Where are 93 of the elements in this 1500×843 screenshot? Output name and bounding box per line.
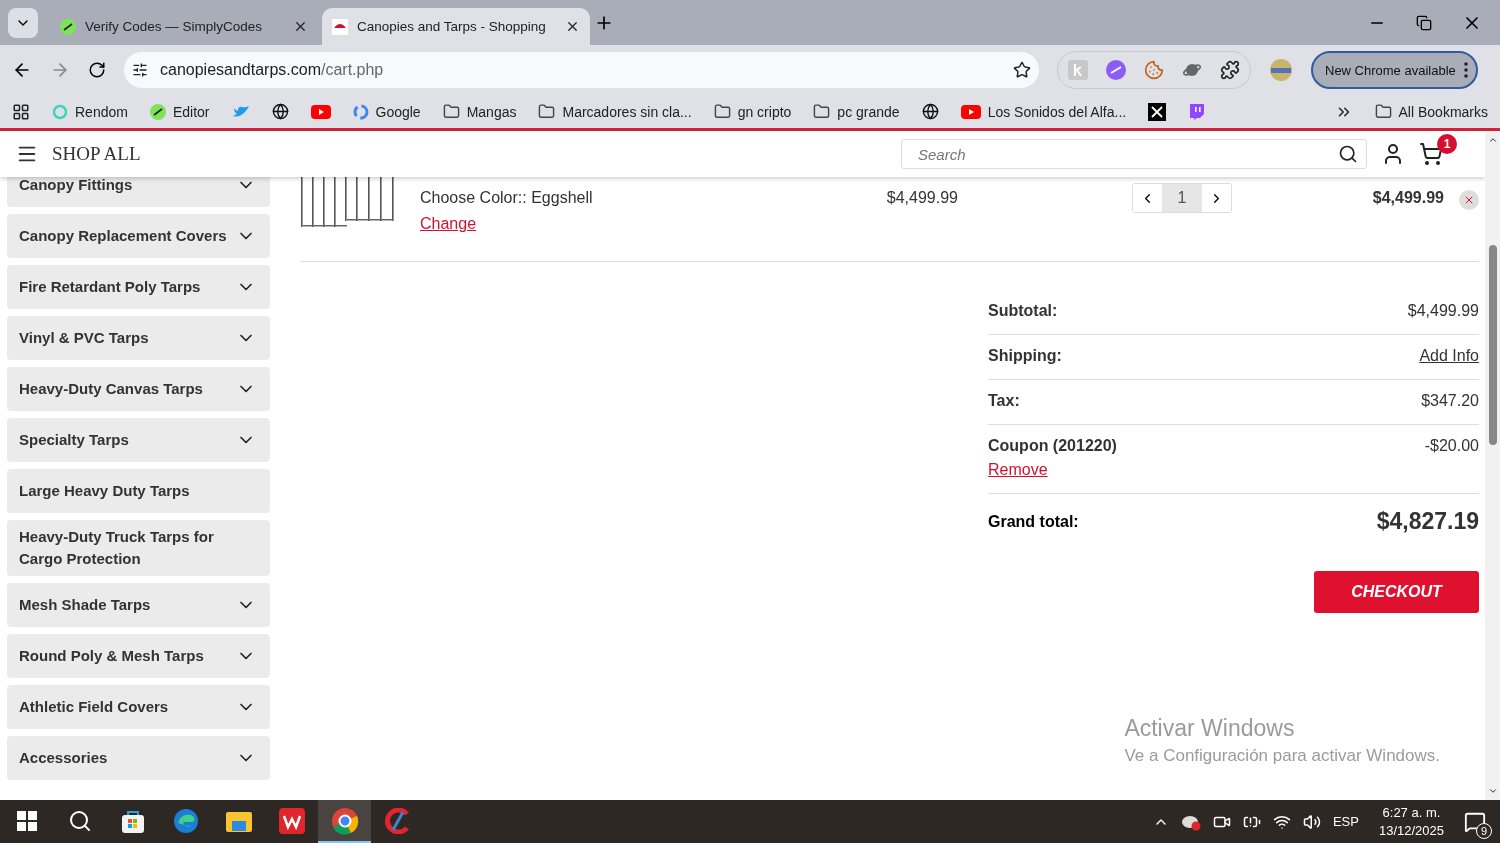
tab-list-button[interactable]	[8, 8, 38, 38]
wave-logo-icon[interactable]	[172, 807, 199, 834]
w-logo-icon[interactable]	[278, 807, 305, 834]
notifications-icon[interactable]	[1464, 810, 1486, 833]
video-play-icon	[960, 104, 981, 119]
color-option-text: Choose Color:: Eggshell	[420, 189, 594, 207]
category-item[interactable]: Canopy Replacement Covers	[7, 214, 270, 258]
unit-price: $4,499.99	[885, 188, 958, 207]
restore-icon[interactable]	[1416, 14, 1432, 31]
category-item[interactable]: Athletic Field Covers	[7, 685, 270, 729]
search-field[interactable]: Search	[901, 139, 1367, 169]
windows-icon[interactable]	[16, 810, 37, 831]
update-button[interactable]: New Chrome available	[1311, 51, 1478, 89]
browser-tab[interactable]: Verify Codes — SimplyCodes	[50, 8, 318, 45]
bookmark[interactable]: gn cripto	[713, 103, 792, 120]
grand-total-value: $4,827.19	[1376, 508, 1479, 535]
category-item[interactable]: Accessories	[7, 736, 270, 780]
taskbar-app[interactable]	[318, 800, 371, 843]
close-icon[interactable]	[565, 19, 580, 34]
summary-label: Tax:	[988, 392, 1020, 410]
bookmark[interactable]: Los Sonidos del Alfa...	[960, 103, 1127, 120]
language-indicator[interactable]: ESP	[1332, 814, 1359, 829]
summary-value: -$20.00	[1424, 437, 1479, 455]
remove-coupon-link[interactable]: Remove	[988, 461, 1117, 479]
canopy-logo-icon	[332, 18, 348, 35]
bookmark[interactable]: All Bookmarks	[1374, 103, 1488, 120]
summary-label: Shipping:	[988, 347, 1062, 365]
close-icon[interactable]	[293, 19, 308, 34]
activation-title: Activar Windows	[1124, 715, 1296, 742]
summary-label: Subtotal:	[988, 302, 1058, 320]
folder-icon	[713, 103, 731, 120]
chrome-logo-icon[interactable]	[330, 806, 359, 835]
category-item[interactable]: Specialty Tarps	[7, 418, 270, 462]
category-item[interactable]: Heavy-Duty Canvas Tarps	[7, 367, 270, 411]
bookmark[interactable]: pc grande	[813, 103, 900, 120]
apps-grid-icon[interactable]	[12, 102, 30, 121]
reload-icon[interactable]	[88, 61, 106, 79]
scrollbar-thumb[interactable]	[1488, 245, 1497, 445]
bird-icon	[231, 103, 250, 120]
address-bar[interactable]: canopiesandtarps.com/cart.php	[124, 52, 1039, 88]
scrollbar[interactable]	[1485, 131, 1500, 800]
folder-icon	[442, 103, 460, 120]
category-item[interactable]: Heavy-Duty Truck Tarps for Cargo Protection	[7, 520, 270, 576]
bookmark[interactable]: Google	[352, 103, 421, 120]
cookie-icon	[1144, 60, 1164, 80]
line-total: $4,499.99	[1371, 188, 1444, 207]
clock[interactable]: 6:27 a. m. 13/12/2025	[1378, 803, 1444, 840]
brush-logo-icon[interactable]	[384, 807, 411, 834]
bookmark[interactable]: Rendom	[52, 103, 128, 120]
close-icon	[1463, 194, 1475, 206]
summary-value: $4,499.99	[1407, 302, 1479, 320]
category-item[interactable]: Large Heavy Duty Tarps	[7, 469, 270, 513]
search-icon[interactable]	[67, 808, 92, 833]
folder-icon	[538, 103, 556, 120]
chat-bubble-icon	[1188, 102, 1206, 121]
cart-count-badge: 1	[1437, 134, 1457, 154]
remove-item-button[interactable]	[1459, 190, 1479, 210]
globe-icon	[271, 103, 289, 120]
change-link[interactable]: Change	[420, 215, 818, 233]
puzzle-icon[interactable]	[1220, 60, 1240, 80]
site-settings-icon[interactable]	[132, 62, 148, 78]
bookmark[interactable]: Mangas	[442, 103, 517, 120]
cart-icon[interactable]	[1419, 142, 1443, 166]
category-item[interactable]: Vinyl & PVC Tarps	[7, 316, 270, 360]
bookmark[interactable]: Editor	[149, 103, 210, 120]
search-icon	[1338, 144, 1358, 164]
globe-icon	[921, 103, 939, 120]
scroll-up-icon	[1487, 135, 1498, 145]
ring-icon	[52, 103, 68, 120]
scroll-down-icon	[1487, 786, 1498, 796]
notification-count: 9	[1476, 822, 1492, 839]
category-item[interactable]: Mesh Shade Tarps	[7, 583, 270, 627]
video-play-icon	[310, 104, 331, 119]
folder-icon	[1374, 103, 1392, 120]
profile-avatar-icon[interactable]	[1269, 58, 1293, 82]
x-logo-icon	[1148, 102, 1167, 121]
folder-icon	[813, 103, 831, 120]
shop-all-link[interactable]: SHOP ALL	[52, 143, 141, 165]
grand-total-label: Grand total:	[988, 512, 1079, 531]
bookmark[interactable]: Marcadores sin cla...	[538, 103, 692, 120]
letter-tile-icon	[1068, 60, 1088, 80]
activation-text: Ve a Configuración para activar Windows.	[1124, 746, 1440, 766]
category-item[interactable]: Round Poly & Mesh Tarps	[7, 634, 270, 678]
volume-icon[interactable]	[1302, 812, 1321, 831]
category-item[interactable]: Fire Retardant Poly Tarps	[7, 265, 270, 309]
summary-value: $347.20	[1421, 392, 1479, 410]
more-icon	[1463, 62, 1468, 78]
quantity-field[interactable]: 1	[1162, 184, 1202, 212]
checkout-button[interactable]: CHECKOUT	[1314, 571, 1479, 613]
summary-label: Coupon (201220)	[988, 437, 1117, 455]
add-info-link[interactable]: Add Info	[1419, 347, 1479, 365]
bookmark-star-icon[interactable]	[1013, 61, 1031, 79]
browser-tab[interactable]: Canopies and Tarps - Shopping	[322, 8, 590, 45]
